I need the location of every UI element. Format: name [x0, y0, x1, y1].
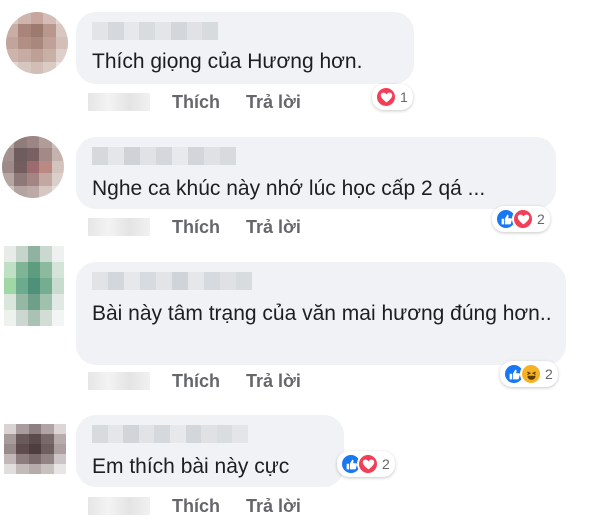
- reaction-count: 2: [545, 366, 553, 382]
- commenter-name-blurred[interactable]: [92, 147, 242, 165]
- comment-bubble: Thích giọng của Hương hơn.: [76, 12, 414, 84]
- comment-text: Bài này tâm trạng của văn mai hương đúng…: [92, 302, 552, 325]
- commenter-name-blurred[interactable]: [92, 272, 256, 290]
- like-button[interactable]: Thích: [172, 371, 220, 392]
- timestamp-blurred[interactable]: [88, 497, 150, 515]
- comment-bubble: Nghe ca khúc này nhớ lúc học cấp 2 qá ..…: [76, 137, 556, 209]
- reaction-count: 2: [382, 456, 390, 472]
- haha-reaction-icon: [520, 363, 542, 385]
- commenter-name-blurred[interactable]: [92, 22, 218, 40]
- comment-actions: Thích Trả lời: [88, 215, 327, 239]
- comment-text: Em thích bài này cực: [92, 455, 290, 478]
- avatar[interactable]: [6, 12, 68, 74]
- comment-actions: Thích Trả lời: [88, 369, 327, 393]
- comment-text: Nghe ca khúc này nhớ lúc học cấp 2 qá ..…: [92, 177, 486, 200]
- reply-button[interactable]: Trả lời: [246, 496, 301, 517]
- love-reaction-icon: [375, 86, 397, 108]
- comment-actions: Thích Trả lời: [88, 90, 327, 114]
- avatar[interactable]: [4, 424, 66, 474]
- comment-text: Thích giọng của Hương hơn.: [92, 50, 363, 73]
- reaction-count: 2: [537, 211, 545, 227]
- commenter-name-blurred[interactable]: [92, 425, 248, 443]
- reply-button[interactable]: Trả lời: [246, 217, 301, 238]
- like-button[interactable]: Thích: [172, 217, 220, 238]
- timestamp-blurred[interactable]: [88, 93, 150, 111]
- love-reaction-icon: [512, 208, 534, 230]
- avatar[interactable]: [2, 136, 64, 198]
- reaction-count: 1: [400, 89, 408, 105]
- comment-bubble: Bài này tâm trạng của văn mai hương đúng…: [76, 262, 566, 365]
- like-button[interactable]: Thích: [172, 92, 220, 113]
- comment-actions: Thích Trả lời: [88, 494, 327, 518]
- reaction-summary[interactable]: 2: [492, 206, 550, 232]
- reaction-summary[interactable]: 2: [337, 451, 395, 477]
- reply-button[interactable]: Trả lời: [246, 371, 301, 392]
- reaction-summary[interactable]: 1: [372, 84, 413, 110]
- timestamp-blurred[interactable]: [88, 218, 150, 236]
- timestamp-blurred[interactable]: [88, 372, 150, 390]
- reaction-summary[interactable]: 2: [500, 361, 558, 387]
- reply-button[interactable]: Trả lời: [246, 92, 301, 113]
- avatar[interactable]: [4, 246, 64, 326]
- like-button[interactable]: Thích: [172, 496, 220, 517]
- love-reaction-icon: [357, 453, 379, 475]
- comment-bubble: Em thích bài này cực: [76, 415, 344, 487]
